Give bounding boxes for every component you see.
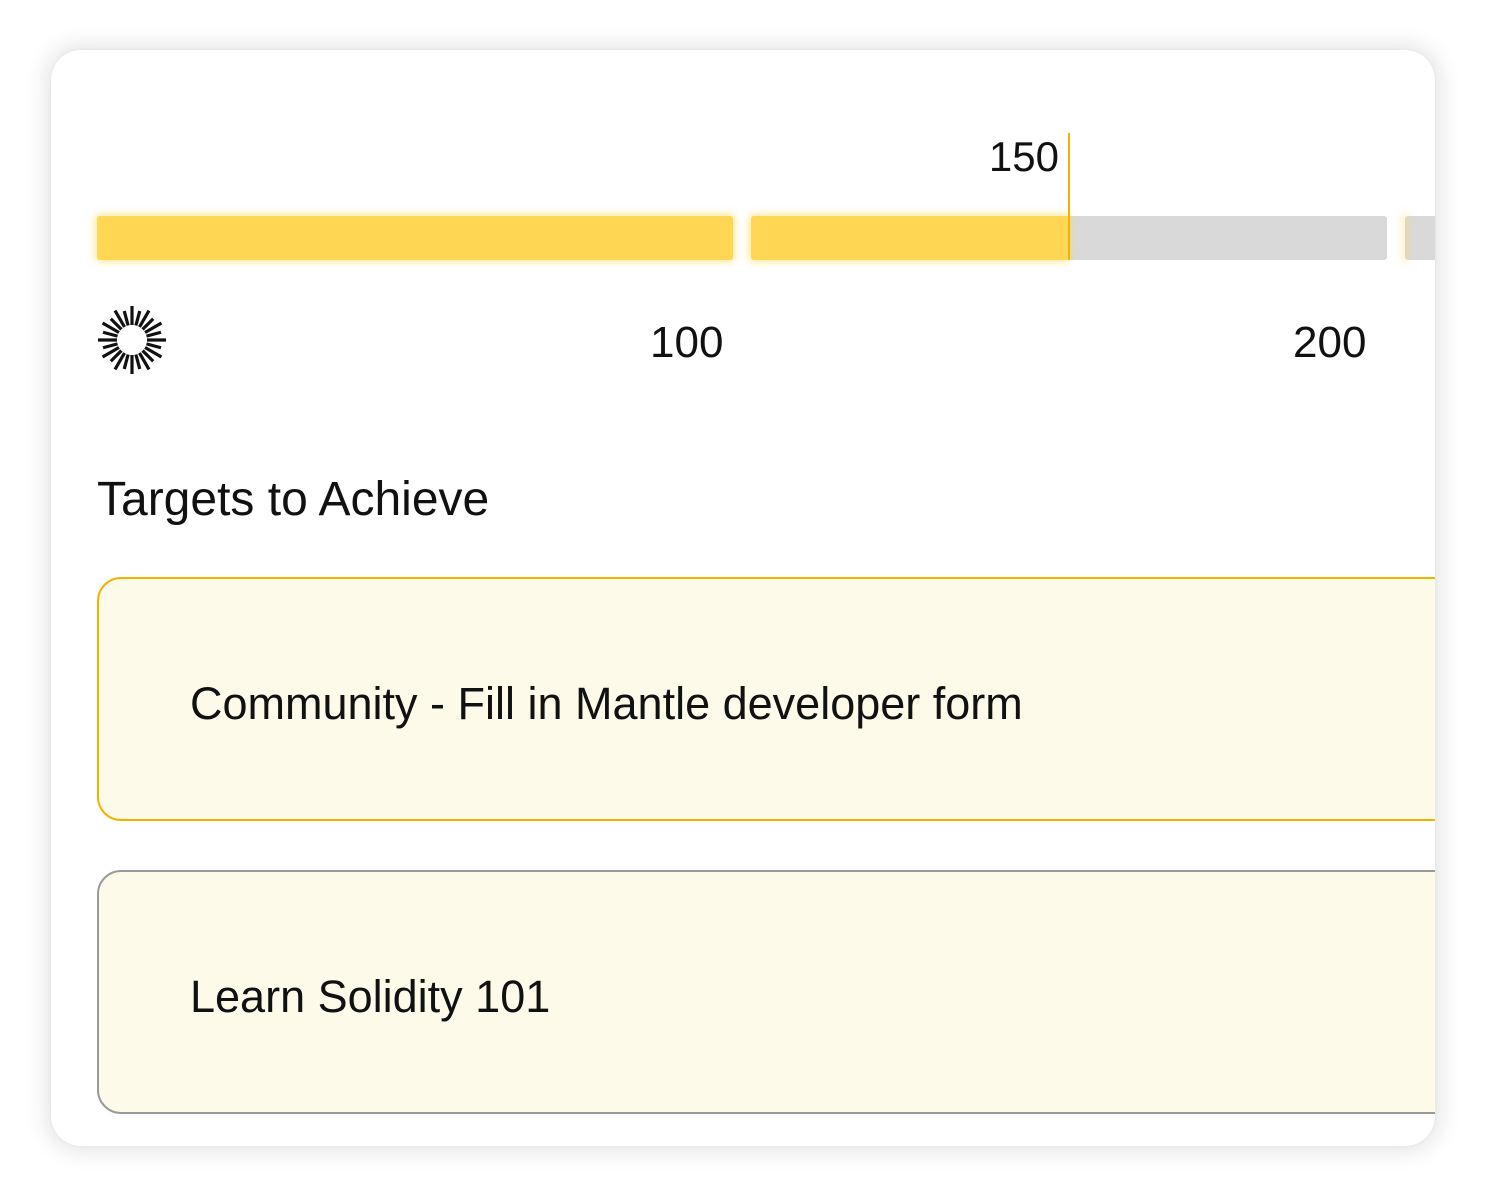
target-card-learn-solidity[interactable]: Learn Solidity 101 <box>97 870 1435 1114</box>
target-label: Community - Fill in Mantle developer for… <box>190 678 1023 729</box>
points-card: 150 100 200 Targets to Achieve Community… <box>51 50 1435 1146</box>
progress-fill <box>97 216 733 260</box>
targets-section-title: Targets to Achieve <box>97 473 490 526</box>
progress-segment-200-300 <box>1405 216 1435 260</box>
progress-segment-0-100 <box>97 216 733 260</box>
points-progress-bar: 150 100 200 <box>51 50 1435 450</box>
progress-fill <box>751 216 1069 260</box>
current-points-marker <box>1068 133 1070 260</box>
target-card-community-form[interactable]: Community - Fill in Mantle developer for… <box>97 577 1435 821</box>
starburst-logo-icon <box>96 304 168 376</box>
current-points-label: 150 <box>988 133 1059 180</box>
tick-label-200: 200 <box>1293 318 1367 367</box>
tick-label-100: 100 <box>650 318 724 367</box>
target-label: Learn Solidity 101 <box>190 971 551 1022</box>
